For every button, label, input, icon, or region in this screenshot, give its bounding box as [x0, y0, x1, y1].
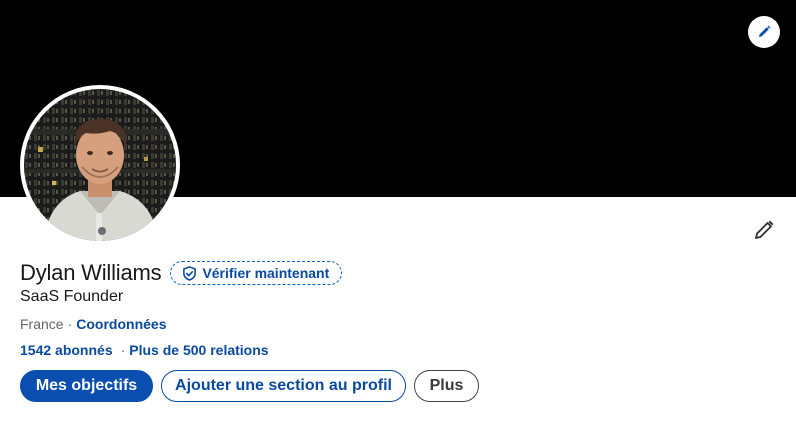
- name-row: Dylan Williams Vérifier maintenant: [20, 258, 343, 288]
- profile-actions: Mes objectifs Ajouter une section au pro…: [20, 370, 479, 402]
- edit-profile-button[interactable]: [750, 216, 778, 244]
- add-profile-section-button[interactable]: Ajouter une section au profil: [161, 370, 406, 402]
- verify-label: Vérifier maintenant: [202, 265, 330, 281]
- location-text: France: [20, 316, 64, 332]
- connections-link[interactable]: Plus de 500 relations: [129, 342, 268, 358]
- avatar-photo: [24, 89, 176, 241]
- shield-check-icon: [183, 265, 197, 281]
- pencil-icon: [755, 220, 774, 239]
- my-goals-button[interactable]: Mes objectifs: [20, 370, 153, 402]
- profile-card: Dylan Williams Vérifier maintenant SaaS …: [0, 0, 796, 423]
- verify-now-button[interactable]: Vérifier maintenant: [170, 261, 343, 285]
- more-button[interactable]: Plus: [414, 370, 479, 402]
- edit-banner-button[interactable]: [748, 16, 780, 48]
- stats-row: 1542 abonnés · Plus de 500 relations: [20, 342, 269, 358]
- location-row: France · Coordonnées: [20, 316, 166, 332]
- profile-name: Dylan Williams: [20, 260, 162, 285]
- profile-headline: SaaS Founder: [20, 288, 124, 305]
- contact-info-link[interactable]: Coordonnées: [76, 316, 166, 332]
- followers-link[interactable]: 1542 abonnés: [20, 342, 113, 358]
- location-separator: ·: [67, 316, 73, 332]
- stats-separator: ·: [120, 342, 126, 358]
- avatar[interactable]: [20, 85, 180, 245]
- pencil-icon: [759, 25, 771, 37]
